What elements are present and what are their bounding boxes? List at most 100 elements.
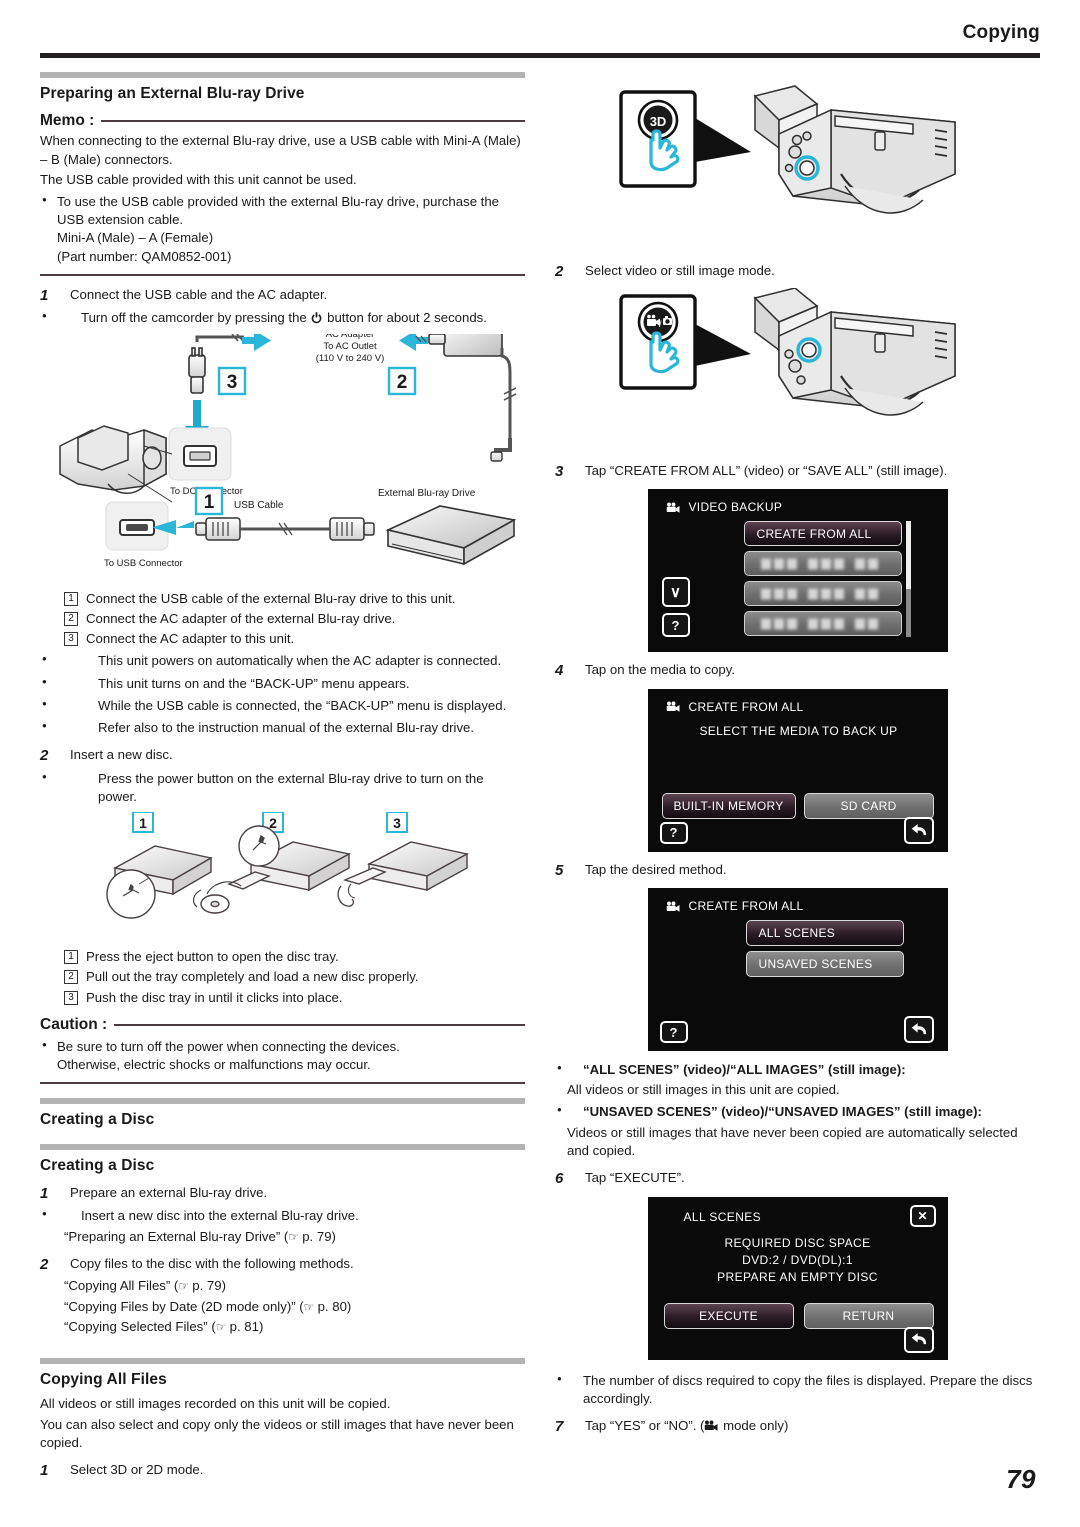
pointing-hand-icon: ☞ bbox=[303, 1299, 315, 1314]
step-1-bullet: Turn off the camcorder by pressing the b… bbox=[40, 308, 525, 327]
reference-text: “Preparing an External Blu-ray Drive” ( bbox=[64, 1228, 289, 1244]
button-unsaved-scenes[interactable]: UNSAVED SCENES bbox=[745, 951, 904, 977]
scroll-down-key[interactable]: ∨ bbox=[661, 577, 690, 607]
blurred-label bbox=[760, 558, 878, 569]
menu-item-blurred[interactable] bbox=[743, 551, 902, 576]
boxed-step-text: Pull out the tray completely and load a … bbox=[86, 969, 419, 985]
callout-1-label: 1 bbox=[203, 492, 214, 513]
help-key[interactable]: ? bbox=[659, 1021, 688, 1043]
back-key[interactable] bbox=[903, 1016, 934, 1043]
memo-bullet: To use the USB cable provided with the e… bbox=[40, 192, 525, 266]
heading-bar bbox=[40, 72, 525, 78]
caution-bottom-rule bbox=[40, 1082, 525, 1085]
button-all-scenes[interactable]: ALL SCENES bbox=[745, 920, 904, 946]
cd-reference-row: “Copying Files by Date (2D mode only)” (… bbox=[40, 1298, 525, 1316]
callout-3-label: 3 bbox=[226, 372, 237, 393]
caution-bullet: Be sure to turn off the power when conne… bbox=[40, 1037, 525, 1074]
screen-select-method: CREATE FROM ALL ALL SCENES UNSAVED SCENE… bbox=[647, 888, 948, 1051]
page-title: Copying bbox=[962, 22, 1040, 43]
step-text: Insert a new disc. bbox=[70, 747, 173, 763]
memo-bottom-rule bbox=[40, 273, 525, 276]
close-key[interactable]: ✕ bbox=[909, 1204, 936, 1227]
help-key[interactable]: ? bbox=[659, 821, 688, 844]
scrollbar-track[interactable] bbox=[905, 589, 911, 637]
disc-step-row: 2 Pull out the tray completely and load … bbox=[40, 968, 525, 986]
section-heading-preparing: Preparing an External Blu-ray Drive bbox=[40, 72, 525, 103]
back-arrow-icon bbox=[911, 1023, 927, 1035]
help-key[interactable]: ? bbox=[661, 613, 690, 637]
label-ac-adapter-3: (110 V to 240 V) bbox=[315, 353, 383, 364]
screen-execute-confirm: ALL SCENES ✕ REQUIRED DISC SPACE DVD:2 /… bbox=[647, 1196, 948, 1360]
boxed-step-text: Push the disc tray in until it clicks in… bbox=[86, 989, 343, 1005]
blurred-label bbox=[760, 588, 878, 599]
heading-bar bbox=[40, 1098, 525, 1105]
menu-item-blurred[interactable] bbox=[743, 611, 902, 636]
boxed-step-text: Connect the AC adapter to this unit. bbox=[86, 631, 295, 647]
button-return[interactable]: RETURN bbox=[803, 1302, 934, 1329]
step-number: 2 bbox=[555, 263, 564, 280]
button-execute[interactable]: EXECUTE bbox=[663, 1302, 794, 1329]
menu-item-label: CREATE FROM ALL bbox=[756, 526, 872, 541]
back-key[interactable] bbox=[903, 1326, 934, 1353]
screen-header: VIDEO BACKUP bbox=[666, 500, 783, 514]
section-heading-creating-disc: Creating a Disc bbox=[40, 1098, 525, 1129]
r-step-6: 6 Tap “EXECUTE”. bbox=[555, 1169, 1040, 1189]
video-camera-icon bbox=[666, 901, 679, 912]
menu-item-create-from-all[interactable]: CREATE FROM ALL bbox=[743, 521, 902, 546]
heading-text: Copying All Files bbox=[40, 1371, 167, 1389]
reference-page: p. 79) bbox=[298, 1228, 336, 1244]
screen-select-media: CREATE FROM ALL SELECT THE MEDIA TO BACK… bbox=[647, 688, 948, 852]
step-number: 4 bbox=[555, 662, 564, 679]
heading-text: Creating a Disc bbox=[40, 1156, 155, 1174]
step-text: Tap “EXECUTE”. bbox=[585, 1170, 685, 1186]
heading-text: Preparing an External Blu-ray Drive bbox=[40, 85, 305, 102]
copying-all-line-1: All videos or still images recorded on t… bbox=[40, 1396, 391, 1412]
screen-title: CREATE FROM ALL bbox=[688, 699, 804, 714]
connect-step-row: 1 Connect the USB cable of the external … bbox=[40, 590, 525, 608]
connect-bullet: This unit turns on and the “BACK-UP” men… bbox=[40, 673, 525, 693]
back-key[interactable] bbox=[903, 816, 934, 844]
connect-step-row: 2 Connect the AC adapter of the external… bbox=[40, 610, 525, 628]
left-column: Preparing an External Blu-ray Drive Memo… bbox=[40, 72, 525, 1484]
memo-rule bbox=[101, 120, 525, 123]
caution-line-2: Otherwise, electric shocks or malfunctio… bbox=[57, 1056, 371, 1072]
boxed-number: 3 bbox=[64, 990, 78, 1005]
reference-text: “Copying All Files” ( bbox=[64, 1278, 179, 1294]
copying-all-line-2: You can also select and copy only the vi… bbox=[40, 1416, 514, 1450]
cd-step-2: 2 Copy files to the disc with the follow… bbox=[40, 1255, 525, 1275]
cd-step-1: 1 Prepare an external Blu-ray drive. bbox=[40, 1184, 525, 1204]
step-text: Select 3D or 2D mode. bbox=[70, 1462, 204, 1478]
r-step-4: 4 Tap on the media to copy. bbox=[555, 661, 1040, 681]
step-text: Tap the desired method. bbox=[585, 861, 727, 877]
disc-callout-1-label: 1 bbox=[139, 815, 147, 831]
menu-item-blurred[interactable] bbox=[743, 581, 902, 606]
back-arrow-icon bbox=[911, 1333, 927, 1345]
heading-text: Creating a Disc bbox=[40, 1111, 155, 1129]
label-external-drive: External Blu-ray Drive bbox=[378, 488, 476, 499]
pointing-hand-icon: ☞ bbox=[288, 1229, 299, 1244]
memo-bullet-sub2: (Part number: QAM0852-001) bbox=[57, 248, 232, 264]
step-7-text-pre: Tap “YES” or “NO”. ( bbox=[585, 1418, 705, 1434]
disc-callout-3-label: 3 bbox=[393, 815, 401, 831]
boxed-number: 3 bbox=[64, 632, 78, 647]
section-heading-copying-all-files: Copying All Files bbox=[40, 1358, 525, 1389]
scrollbar-thumb[interactable] bbox=[905, 521, 911, 589]
boxed-step-text: Connect the AC adapter of the external B… bbox=[86, 610, 396, 626]
step-1-connect: 1 Connect the USB cable and the AC adapt… bbox=[40, 286, 525, 306]
button-sd-card[interactable]: SD CARD bbox=[803, 792, 934, 819]
button-3d-label: 3D bbox=[649, 114, 666, 129]
r-step-5: 5 Tap the desired method. bbox=[555, 861, 1040, 881]
screen-title: CREATE FROM ALL bbox=[688, 899, 804, 913]
video-camera-icon bbox=[705, 1420, 718, 1431]
button-built-in-memory[interactable]: BUILT-IN MEMORY bbox=[661, 792, 796, 819]
boxed-step-text: Connect the USB cable of the external Bl… bbox=[86, 590, 456, 606]
page-number: 79 bbox=[1006, 1464, 1036, 1494]
required-disc-space-line-1: REQUIRED DISC SPACE bbox=[724, 1235, 871, 1250]
callout-leader bbox=[694, 118, 751, 162]
screen-header: CREATE FROM ALL bbox=[666, 700, 804, 714]
memo-bullet-text: To use the USB cable provided with the e… bbox=[57, 194, 500, 228]
disc-step-row: 1 Press the eject button to open the dis… bbox=[40, 948, 525, 966]
right-column: 3D 2 Select video or still image mode. /… bbox=[555, 72, 1040, 1440]
screen-title: VIDEO BACKUP bbox=[688, 500, 783, 514]
page-header: Copying bbox=[40, 22, 1040, 62]
